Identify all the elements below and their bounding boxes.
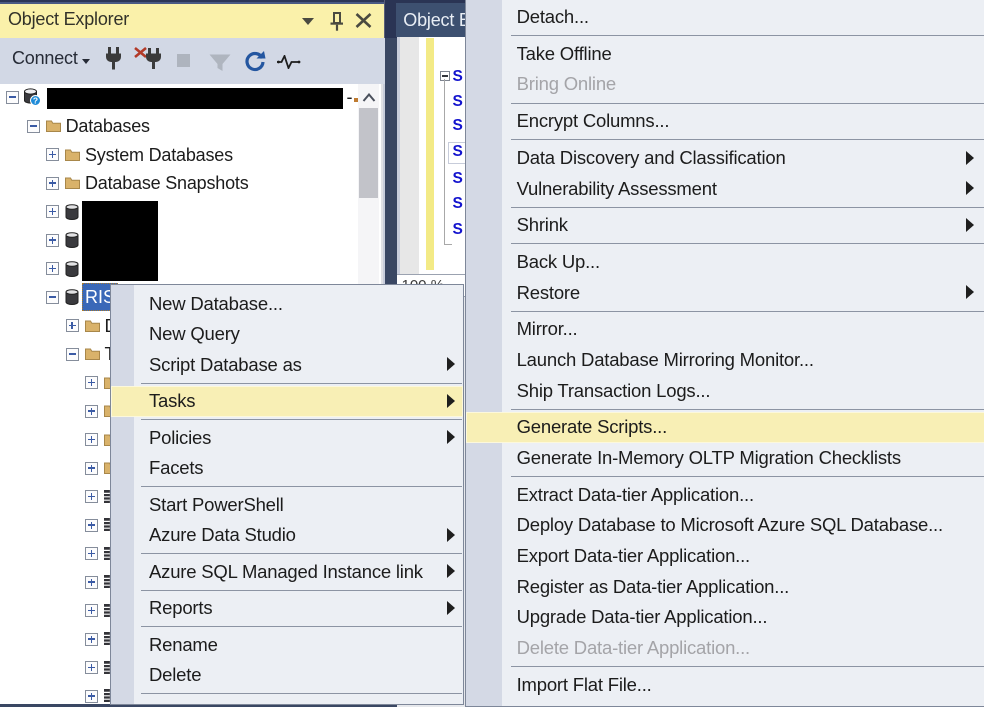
svg-text:?: ? xyxy=(33,96,38,106)
